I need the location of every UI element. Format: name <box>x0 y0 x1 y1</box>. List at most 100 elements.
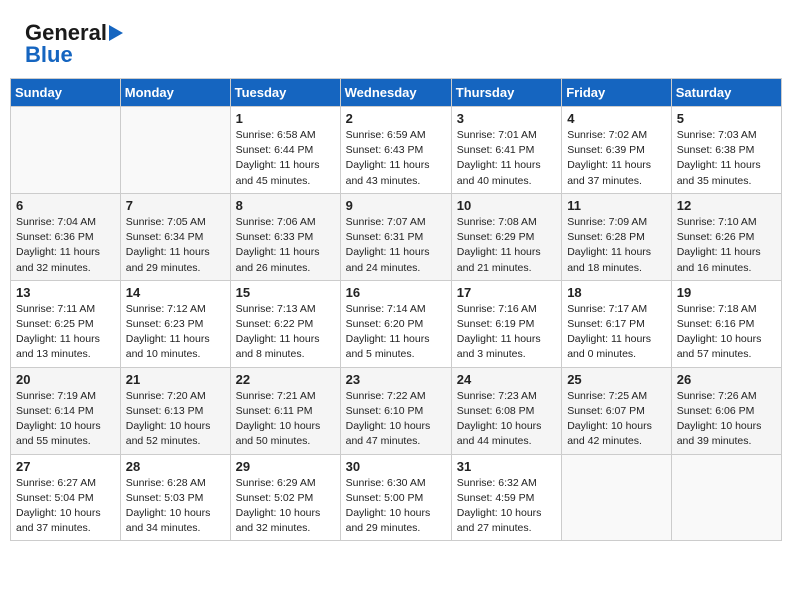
day-number: 7 <box>126 198 225 213</box>
day-detail: Sunrise: 7:23 AM Sunset: 6:08 PM Dayligh… <box>457 389 556 450</box>
day-detail: Sunrise: 7:10 AM Sunset: 6:26 PM Dayligh… <box>677 215 776 276</box>
day-detail: Sunrise: 7:18 AM Sunset: 6:16 PM Dayligh… <box>677 302 776 363</box>
day-detail: Sunrise: 7:22 AM Sunset: 6:10 PM Dayligh… <box>346 389 446 450</box>
calendar-day-cell: 10 Sunrise: 7:08 AM Sunset: 6:29 PM Dayli… <box>451 193 561 280</box>
day-number: 12 <box>677 198 776 213</box>
day-number: 16 <box>346 285 446 300</box>
calendar-day-cell <box>671 454 781 541</box>
calendar-day-cell: 11 Sunrise: 7:09 AM Sunset: 6:28 PM Dayli… <box>562 193 672 280</box>
calendar-day-cell: 24 Sunrise: 7:23 AM Sunset: 6:08 PM Dayli… <box>451 367 561 454</box>
day-detail: Sunrise: 6:27 AM Sunset: 5:04 PM Dayligh… <box>16 476 115 537</box>
day-detail: Sunrise: 7:01 AM Sunset: 6:41 PM Dayligh… <box>457 128 556 189</box>
calendar-day-cell: 31 Sunrise: 6:32 AM Sunset: 4:59 PM Dayli… <box>451 454 561 541</box>
day-number: 14 <box>126 285 225 300</box>
calendar-week-row: 6 Sunrise: 7:04 AM Sunset: 6:36 PM Daylig… <box>11 193 782 280</box>
day-number: 24 <box>457 372 556 387</box>
day-detail: Sunrise: 7:25 AM Sunset: 6:07 PM Dayligh… <box>567 389 666 450</box>
calendar-day-cell: 22Sunrise: 7:21 AM Sunset: 6:11 PM Dayli… <box>230 367 340 454</box>
day-number: 6 <box>16 198 115 213</box>
logo: General Blue <box>25 20 123 68</box>
day-detail: Sunrise: 7:06 AM Sunset: 6:33 PM Dayligh… <box>236 215 335 276</box>
calendar-week-row: 27Sunrise: 6:27 AM Sunset: 5:04 PM Dayli… <box>11 454 782 541</box>
day-number: 9 <box>346 198 446 213</box>
calendar-day-cell: 18 Sunrise: 7:17 AM Sunset: 6:17 PM Dayli… <box>562 280 672 367</box>
day-detail: Sunrise: 7:20 AM Sunset: 6:13 PM Dayligh… <box>126 389 225 450</box>
day-number: 26 <box>677 372 776 387</box>
day-number: 10 <box>457 198 556 213</box>
day-detail: Sunrise: 7:07 AM Sunset: 6:31 PM Dayligh… <box>346 215 446 276</box>
calendar-day-cell: 28Sunrise: 6:28 AM Sunset: 5:03 PM Dayli… <box>120 454 230 541</box>
calendar-table: SundayMondayTuesdayWednesdayThursdayFrid… <box>10 78 782 541</box>
day-detail: Sunrise: 7:02 AM Sunset: 6:39 PM Dayligh… <box>567 128 666 189</box>
day-number: 3 <box>457 111 556 126</box>
calendar-day-cell: 15Sunrise: 7:13 AM Sunset: 6:22 PM Dayli… <box>230 280 340 367</box>
calendar-day-cell: 17 Sunrise: 7:16 AM Sunset: 6:19 PM Dayli… <box>451 280 561 367</box>
day-detail: Sunrise: 7:16 AM Sunset: 6:19 PM Dayligh… <box>457 302 556 363</box>
calendar-header-row: SundayMondayTuesdayWednesdayThursdayFrid… <box>11 79 782 107</box>
calendar-day-cell: 16Sunrise: 7:14 AM Sunset: 6:20 PM Dayli… <box>340 280 451 367</box>
calendar-day-cell: 13 Sunrise: 7:11 AM Sunset: 6:25 PM Dayli… <box>11 280 121 367</box>
day-number: 15 <box>236 285 335 300</box>
calendar-day-cell: 8 Sunrise: 7:06 AM Sunset: 6:33 PM Daylig… <box>230 193 340 280</box>
day-detail: Sunrise: 7:05 AM Sunset: 6:34 PM Dayligh… <box>126 215 225 276</box>
day-detail: Sunrise: 6:58 AM Sunset: 6:44 PM Dayligh… <box>236 128 335 189</box>
calendar-day-cell: 23Sunrise: 7:22 AM Sunset: 6:10 PM Dayli… <box>340 367 451 454</box>
day-detail: Sunrise: 6:59 AM Sunset: 6:43 PM Dayligh… <box>346 128 446 189</box>
logo-arrow-icon <box>109 25 123 41</box>
col-header-thursday: Thursday <box>451 79 561 107</box>
day-number: 20 <box>16 372 115 387</box>
day-detail: Sunrise: 7:11 AM Sunset: 6:25 PM Dayligh… <box>16 302 115 363</box>
day-detail: Sunrise: 7:09 AM Sunset: 6:28 PM Dayligh… <box>567 215 666 276</box>
day-detail: Sunrise: 7:26 AM Sunset: 6:06 PM Dayligh… <box>677 389 776 450</box>
calendar-week-row: 13 Sunrise: 7:11 AM Sunset: 6:25 PM Dayli… <box>11 280 782 367</box>
calendar-day-cell <box>120 107 230 194</box>
calendar-day-cell <box>562 454 672 541</box>
day-number: 31 <box>457 459 556 474</box>
day-number: 30 <box>346 459 446 474</box>
calendar-day-cell: 1 Sunrise: 6:58 AM Sunset: 6:44 PM Daylig… <box>230 107 340 194</box>
day-number: 5 <box>677 111 776 126</box>
day-number: 18 <box>567 285 666 300</box>
page-header: General Blue <box>10 10 782 73</box>
day-detail: Sunrise: 7:03 AM Sunset: 6:38 PM Dayligh… <box>677 128 776 189</box>
calendar-day-cell: 26 Sunrise: 7:26 AM Sunset: 6:06 PM Dayli… <box>671 367 781 454</box>
day-number: 13 <box>16 285 115 300</box>
day-number: 21 <box>126 372 225 387</box>
calendar-day-cell: 30 Sunrise: 6:30 AM Sunset: 5:00 PM Dayli… <box>340 454 451 541</box>
calendar-day-cell: 9 Sunrise: 7:07 AM Sunset: 6:31 PM Daylig… <box>340 193 451 280</box>
day-detail: Sunrise: 7:17 AM Sunset: 6:17 PM Dayligh… <box>567 302 666 363</box>
day-number: 8 <box>236 198 335 213</box>
calendar-day-cell: 27Sunrise: 6:27 AM Sunset: 5:04 PM Dayli… <box>11 454 121 541</box>
col-header-friday: Friday <box>562 79 672 107</box>
calendar-day-cell: 19 Sunrise: 7:18 AM Sunset: 6:16 PM Dayli… <box>671 280 781 367</box>
day-number: 17 <box>457 285 556 300</box>
logo-blue: Blue <box>25 42 73 68</box>
calendar-day-cell: 20Sunrise: 7:19 AM Sunset: 6:14 PM Dayli… <box>11 367 121 454</box>
calendar-week-row: 1 Sunrise: 6:58 AM Sunset: 6:44 PM Daylig… <box>11 107 782 194</box>
calendar-day-cell: 7 Sunrise: 7:05 AM Sunset: 6:34 PM Daylig… <box>120 193 230 280</box>
calendar-day-cell: 29 Sunrise: 6:29 AM Sunset: 5:02 PM Dayli… <box>230 454 340 541</box>
calendar-day-cell: 12 Sunrise: 7:10 AM Sunset: 6:26 PM Dayli… <box>671 193 781 280</box>
day-detail: Sunrise: 6:29 AM Sunset: 5:02 PM Dayligh… <box>236 476 335 537</box>
calendar-day-cell <box>11 107 121 194</box>
col-header-tuesday: Tuesday <box>230 79 340 107</box>
calendar-day-cell: 5 Sunrise: 7:03 AM Sunset: 6:38 PM Daylig… <box>671 107 781 194</box>
col-header-sunday: Sunday <box>11 79 121 107</box>
day-number: 4 <box>567 111 666 126</box>
calendar-day-cell: 25 Sunrise: 7:25 AM Sunset: 6:07 PM Dayli… <box>562 367 672 454</box>
day-number: 29 <box>236 459 335 474</box>
day-detail: Sunrise: 7:12 AM Sunset: 6:23 PM Dayligh… <box>126 302 225 363</box>
calendar-day-cell: 14 Sunrise: 7:12 AM Sunset: 6:23 PM Dayli… <box>120 280 230 367</box>
day-detail: Sunrise: 7:21 AM Sunset: 6:11 PM Dayligh… <box>236 389 335 450</box>
day-detail: Sunrise: 6:32 AM Sunset: 4:59 PM Dayligh… <box>457 476 556 537</box>
day-number: 11 <box>567 198 666 213</box>
day-detail: Sunrise: 6:30 AM Sunset: 5:00 PM Dayligh… <box>346 476 446 537</box>
day-number: 19 <box>677 285 776 300</box>
col-header-wednesday: Wednesday <box>340 79 451 107</box>
day-number: 28 <box>126 459 225 474</box>
day-detail: Sunrise: 7:08 AM Sunset: 6:29 PM Dayligh… <box>457 215 556 276</box>
calendar-day-cell: 21 Sunrise: 7:20 AM Sunset: 6:13 PM Dayli… <box>120 367 230 454</box>
day-number: 25 <box>567 372 666 387</box>
day-detail: Sunrise: 7:04 AM Sunset: 6:36 PM Dayligh… <box>16 215 115 276</box>
day-number: 1 <box>236 111 335 126</box>
